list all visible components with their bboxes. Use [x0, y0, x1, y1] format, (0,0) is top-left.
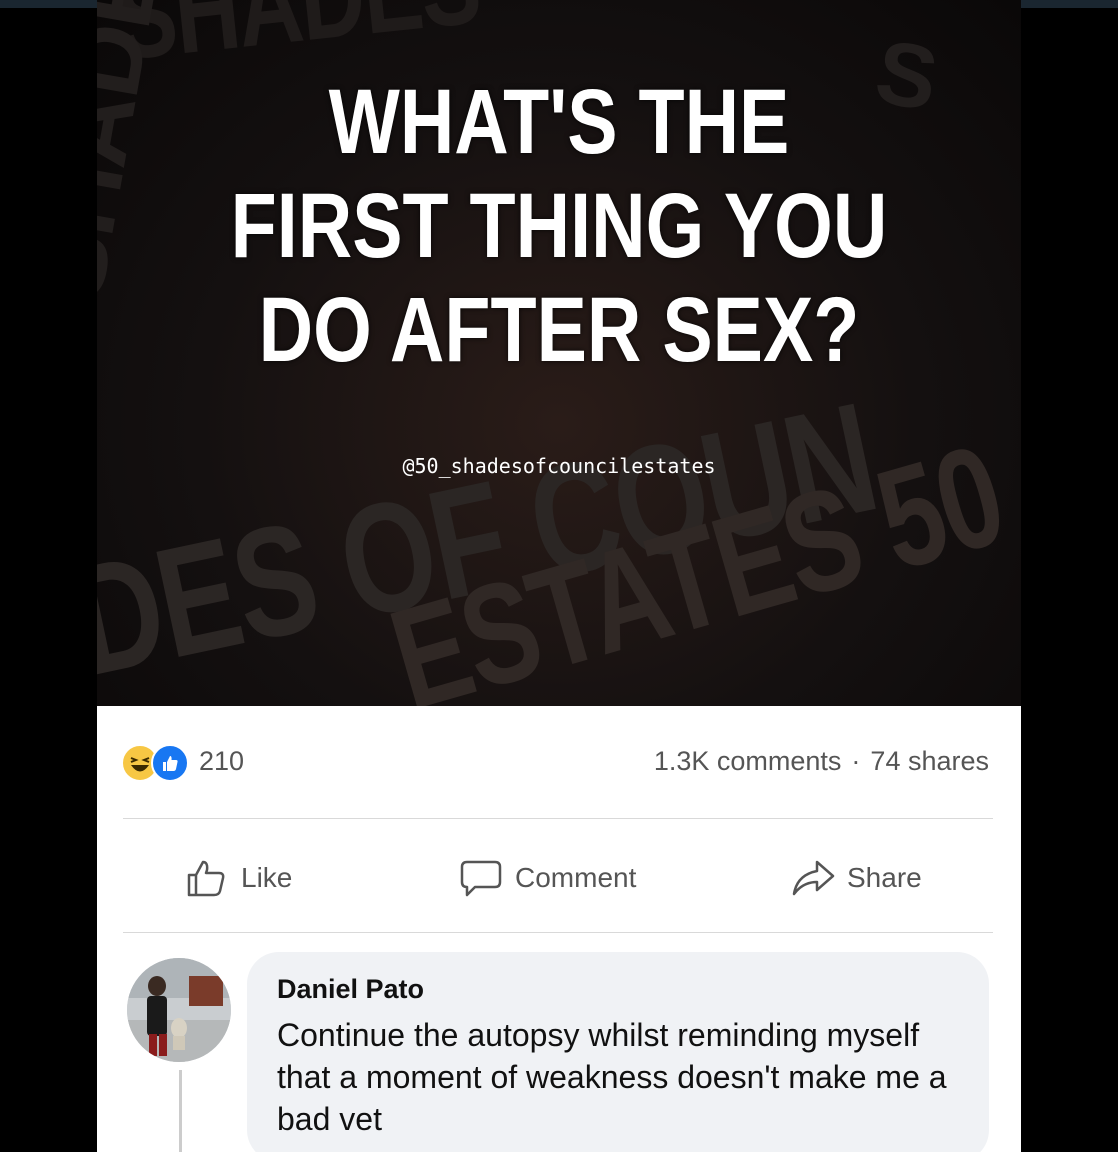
headline-line: FIRST THING YOU	[230, 175, 888, 277]
comment-bubble: Daniel Pato Continue the autopsy whilst …	[247, 952, 989, 1152]
divider	[123, 932, 993, 933]
image-headline: WHAT'S THE FIRST THING YOU DO AFTER SEX?	[180, 70, 938, 382]
share-arrow-icon	[792, 860, 835, 896]
reaction-count[interactable]: 210	[199, 746, 244, 777]
post-stats: 210 1.3K comments · 74 shares	[97, 706, 1021, 818]
thumbs-up-icon	[187, 860, 225, 897]
headline-line: DO AFTER SEX?	[258, 279, 860, 381]
facebook-post: SHADES SHADES S DES OF COUN ESTATES 50 W…	[97, 0, 1021, 1152]
like-icon	[151, 744, 189, 782]
engagement-summary: 1.3K comments · 74 shares	[654, 746, 989, 777]
action-bar: Like Comment Share	[97, 822, 1021, 932]
comment-text: Continue the autopsy whilst reminding my…	[277, 1017, 947, 1137]
headline-line: WHAT'S THE	[328, 71, 790, 173]
image-handle: @50_shadesofcouncilestates	[402, 454, 716, 478]
divider	[123, 818, 993, 819]
separator: ·	[851, 746, 861, 776]
comments-count[interactable]: 1.3K comments	[654, 746, 842, 776]
reply-thread-line	[179, 1070, 182, 1152]
speech-bubble-icon	[460, 860, 502, 897]
commenter-avatar[interactable]	[127, 958, 231, 1062]
post-image[interactable]: SHADES SHADES S DES OF COUN ESTATES 50 W…	[97, 0, 1021, 706]
like-button[interactable]: Like	[185, 858, 292, 898]
like-label: Like	[241, 862, 293, 893]
comment-button[interactable]: Comment	[459, 858, 636, 898]
share-button[interactable]: Share	[791, 858, 922, 898]
shares-count[interactable]: 74 shares	[870, 746, 989, 776]
comment-label: Comment	[515, 862, 637, 893]
comment-author[interactable]: Daniel Pato	[277, 974, 424, 1005]
share-label: Share	[847, 862, 922, 893]
